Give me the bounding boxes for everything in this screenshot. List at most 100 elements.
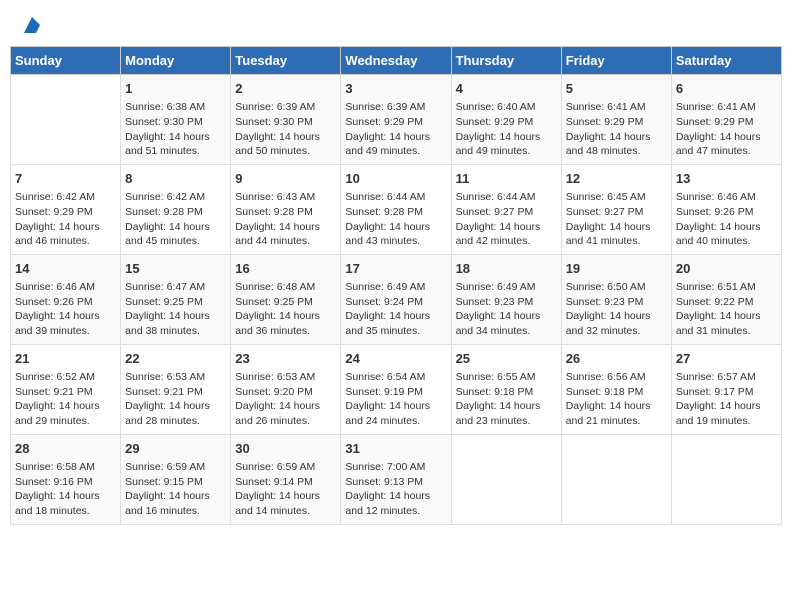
sunrise-text: Sunrise: 6:38 AM — [125, 100, 226, 115]
calendar-cell: 7Sunrise: 6:42 AMSunset: 9:29 PMDaylight… — [11, 164, 121, 254]
sunset-text: Sunset: 9:14 PM — [235, 475, 336, 490]
sunset-text: Sunset: 9:18 PM — [566, 385, 667, 400]
day-number: 31 — [345, 440, 446, 458]
calendar-week-row: 7Sunrise: 6:42 AMSunset: 9:29 PMDaylight… — [11, 164, 782, 254]
daylight-text: Daylight: 14 hours and 19 minutes. — [676, 399, 777, 428]
day-number: 21 — [15, 350, 116, 368]
daylight-text: Daylight: 14 hours and 16 minutes. — [125, 489, 226, 518]
calendar-cell — [11, 75, 121, 165]
calendar-cell: 18Sunrise: 6:49 AMSunset: 9:23 PMDayligh… — [451, 254, 561, 344]
calendar-cell: 22Sunrise: 6:53 AMSunset: 9:21 PMDayligh… — [121, 344, 231, 434]
sunrise-text: Sunrise: 6:50 AM — [566, 280, 667, 295]
daylight-text: Daylight: 14 hours and 26 minutes. — [235, 399, 336, 428]
day-number: 27 — [676, 350, 777, 368]
daylight-text: Daylight: 14 hours and 49 minutes. — [345, 130, 446, 159]
sunrise-text: Sunrise: 6:59 AM — [125, 460, 226, 475]
day-number: 19 — [566, 260, 667, 278]
day-number: 5 — [566, 80, 667, 98]
daylight-text: Daylight: 14 hours and 50 minutes. — [235, 130, 336, 159]
sunrise-text: Sunrise: 6:57 AM — [676, 370, 777, 385]
calendar-cell: 1Sunrise: 6:38 AMSunset: 9:30 PMDaylight… — [121, 75, 231, 165]
sunset-text: Sunset: 9:24 PM — [345, 295, 446, 310]
sunrise-text: Sunrise: 6:44 AM — [456, 190, 557, 205]
sunset-text: Sunset: 9:27 PM — [566, 205, 667, 220]
sunset-text: Sunset: 9:13 PM — [345, 475, 446, 490]
calendar-week-row: 14Sunrise: 6:46 AMSunset: 9:26 PMDayligh… — [11, 254, 782, 344]
daylight-text: Daylight: 14 hours and 43 minutes. — [345, 220, 446, 249]
sunrise-text: Sunrise: 6:53 AM — [235, 370, 336, 385]
day-number: 1 — [125, 80, 226, 98]
day-header-tuesday: Tuesday — [231, 47, 341, 75]
sunrise-text: Sunrise: 6:41 AM — [566, 100, 667, 115]
sunrise-text: Sunrise: 6:52 AM — [15, 370, 116, 385]
daylight-text: Daylight: 14 hours and 36 minutes. — [235, 309, 336, 338]
sunrise-text: Sunrise: 6:56 AM — [566, 370, 667, 385]
sunrise-text: Sunrise: 6:54 AM — [345, 370, 446, 385]
sunrise-text: Sunrise: 6:48 AM — [235, 280, 336, 295]
sunset-text: Sunset: 9:28 PM — [235, 205, 336, 220]
day-header-monday: Monday — [121, 47, 231, 75]
calendar-cell: 29Sunrise: 6:59 AMSunset: 9:15 PMDayligh… — [121, 434, 231, 524]
calendar-cell: 30Sunrise: 6:59 AMSunset: 9:14 PMDayligh… — [231, 434, 341, 524]
day-number: 13 — [676, 170, 777, 188]
day-number: 22 — [125, 350, 226, 368]
day-number: 11 — [456, 170, 557, 188]
calendar-cell: 24Sunrise: 6:54 AMSunset: 9:19 PMDayligh… — [341, 344, 451, 434]
sunrise-text: Sunrise: 6:44 AM — [345, 190, 446, 205]
day-number: 25 — [456, 350, 557, 368]
day-number: 15 — [125, 260, 226, 278]
day-number: 7 — [15, 170, 116, 188]
sunset-text: Sunset: 9:27 PM — [456, 205, 557, 220]
calendar-table: SundayMondayTuesdayWednesdayThursdayFrid… — [10, 46, 782, 525]
daylight-text: Daylight: 14 hours and 49 minutes. — [456, 130, 557, 159]
daylight-text: Daylight: 14 hours and 51 minutes. — [125, 130, 226, 159]
calendar-cell: 19Sunrise: 6:50 AMSunset: 9:23 PMDayligh… — [561, 254, 671, 344]
calendar-cell: 17Sunrise: 6:49 AMSunset: 9:24 PMDayligh… — [341, 254, 451, 344]
daylight-text: Daylight: 14 hours and 47 minutes. — [676, 130, 777, 159]
daylight-text: Daylight: 14 hours and 41 minutes. — [566, 220, 667, 249]
daylight-text: Daylight: 14 hours and 38 minutes. — [125, 309, 226, 338]
calendar-cell: 5Sunrise: 6:41 AMSunset: 9:29 PMDaylight… — [561, 75, 671, 165]
daylight-text: Daylight: 14 hours and 48 minutes. — [566, 130, 667, 159]
sunset-text: Sunset: 9:29 PM — [15, 205, 116, 220]
sunrise-text: Sunrise: 6:55 AM — [456, 370, 557, 385]
daylight-text: Daylight: 14 hours and 46 minutes. — [15, 220, 116, 249]
sunset-text: Sunset: 9:18 PM — [456, 385, 557, 400]
calendar-cell: 11 Sunrise: 6:44 AMSunset: 9:27 PMDayligh… — [451, 164, 561, 254]
sunrise-text: Sunrise: 6:53 AM — [125, 370, 226, 385]
day-number: 18 — [456, 260, 557, 278]
day-number: 6 — [676, 80, 777, 98]
sunset-text: Sunset: 9:16 PM — [15, 475, 116, 490]
sunrise-text: Sunrise: 7:00 AM — [345, 460, 446, 475]
day-number: 23 — [235, 350, 336, 368]
calendar-cell: 15Sunrise: 6:47 AMSunset: 9:25 PMDayligh… — [121, 254, 231, 344]
sunset-text: Sunset: 9:30 PM — [235, 115, 336, 130]
calendar-cell: 2Sunrise: 6:39 AMSunset: 9:30 PMDaylight… — [231, 75, 341, 165]
calendar-cell: 21Sunrise: 6:52 AMSunset: 9:21 PMDayligh… — [11, 344, 121, 434]
calendar-week-row: 1Sunrise: 6:38 AMSunset: 9:30 PMDaylight… — [11, 75, 782, 165]
sunset-text: Sunset: 9:26 PM — [676, 205, 777, 220]
calendar-cell: 4Sunrise: 6:40 AMSunset: 9:29 PMDaylight… — [451, 75, 561, 165]
sunset-text: Sunset: 9:28 PM — [125, 205, 226, 220]
calendar-week-row: 28Sunrise: 6:58 AMSunset: 9:16 PMDayligh… — [11, 434, 782, 524]
daylight-text: Daylight: 14 hours and 32 minutes. — [566, 309, 667, 338]
daylight-text: Daylight: 14 hours and 40 minutes. — [676, 220, 777, 249]
day-header-saturday: Saturday — [671, 47, 781, 75]
calendar-cell: 6Sunrise: 6:41 AMSunset: 9:29 PMDaylight… — [671, 75, 781, 165]
daylight-text: Daylight: 14 hours and 35 minutes. — [345, 309, 446, 338]
daylight-text: Daylight: 14 hours and 34 minutes. — [456, 309, 557, 338]
calendar-cell: 27Sunrise: 6:57 AMSunset: 9:17 PMDayligh… — [671, 344, 781, 434]
daylight-text: Daylight: 14 hours and 44 minutes. — [235, 220, 336, 249]
calendar-cell: 16Sunrise: 6:48 AMSunset: 9:25 PMDayligh… — [231, 254, 341, 344]
sunset-text: Sunset: 9:29 PM — [345, 115, 446, 130]
calendar-cell — [451, 434, 561, 524]
sunrise-text: Sunrise: 6:47 AM — [125, 280, 226, 295]
day-number: 8 — [125, 170, 226, 188]
day-number: 28 — [15, 440, 116, 458]
calendar-cell: 25Sunrise: 6:55 AMSunset: 9:18 PMDayligh… — [451, 344, 561, 434]
daylight-text: Daylight: 14 hours and 31 minutes. — [676, 309, 777, 338]
daylight-text: Daylight: 14 hours and 42 minutes. — [456, 220, 557, 249]
sunset-text: Sunset: 9:15 PM — [125, 475, 226, 490]
day-number: 2 — [235, 80, 336, 98]
day-number: 26 — [566, 350, 667, 368]
